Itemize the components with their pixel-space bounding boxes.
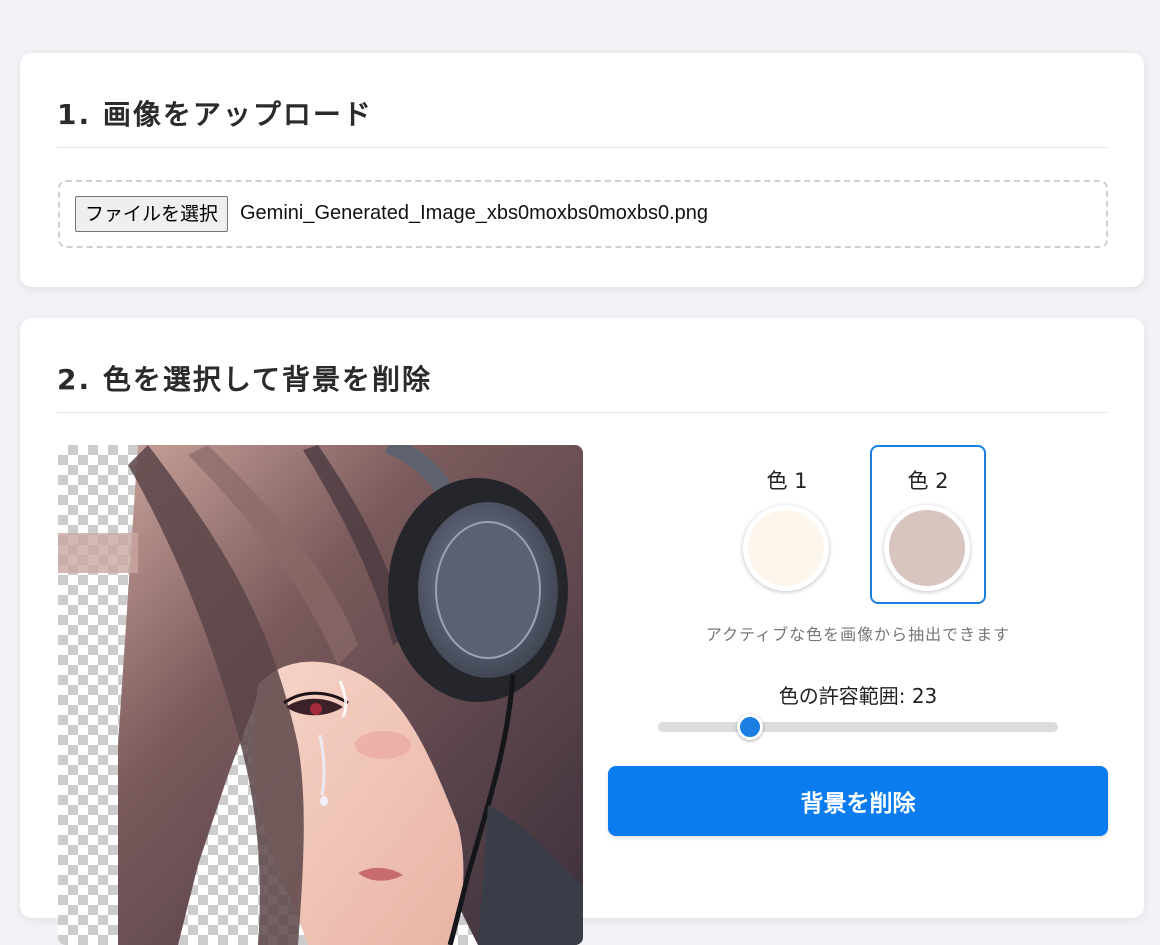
color-1-label: 色 1 xyxy=(766,469,808,493)
color-2-swatch[interactable] xyxy=(884,505,970,591)
eyedropper-hint: アクティブな色を画像から抽出できます xyxy=(705,625,1011,644)
upload-card: 1. 画像をアップロード ファイルを選択 Gemini_Generated_Im… xyxy=(20,53,1144,287)
color-2-label: 色 2 xyxy=(907,469,949,493)
tolerance-slider-thumb[interactable] xyxy=(737,714,763,740)
file-upload-dropzone[interactable]: ファイルを選択 Gemini_Generated_Image_xbs0moxbs… xyxy=(58,180,1108,248)
remove-background-button[interactable]: 背景を削除 xyxy=(608,766,1108,836)
color-2-selector[interactable]: 色 2 xyxy=(870,445,986,604)
remove-section-title: 2. 色を選択して背景を削除 xyxy=(57,363,433,396)
color-1-selector[interactable]: 色 1 xyxy=(729,445,845,604)
remove-background-card: 2. 色を選択して背景を削除 色 1 色 2 アクティブな色を画像から抽出できま… xyxy=(20,318,1144,945)
divider xyxy=(57,147,1107,148)
image-preview-canvas[interactable] xyxy=(58,445,583,945)
choose-file-button[interactable]: ファイルを選択 xyxy=(75,196,229,232)
tolerance-label: 色の許容範囲: 23 xyxy=(778,684,938,708)
upload-section-title: 1. 画像をアップロード xyxy=(57,98,373,131)
selected-file-name: Gemini_Generated_Image_xbs0moxbs0moxbs0.… xyxy=(240,202,709,224)
color-1-swatch[interactable] xyxy=(743,505,829,591)
divider xyxy=(57,412,1107,413)
tolerance-slider[interactable] xyxy=(658,714,1058,740)
preview-image xyxy=(58,445,583,945)
